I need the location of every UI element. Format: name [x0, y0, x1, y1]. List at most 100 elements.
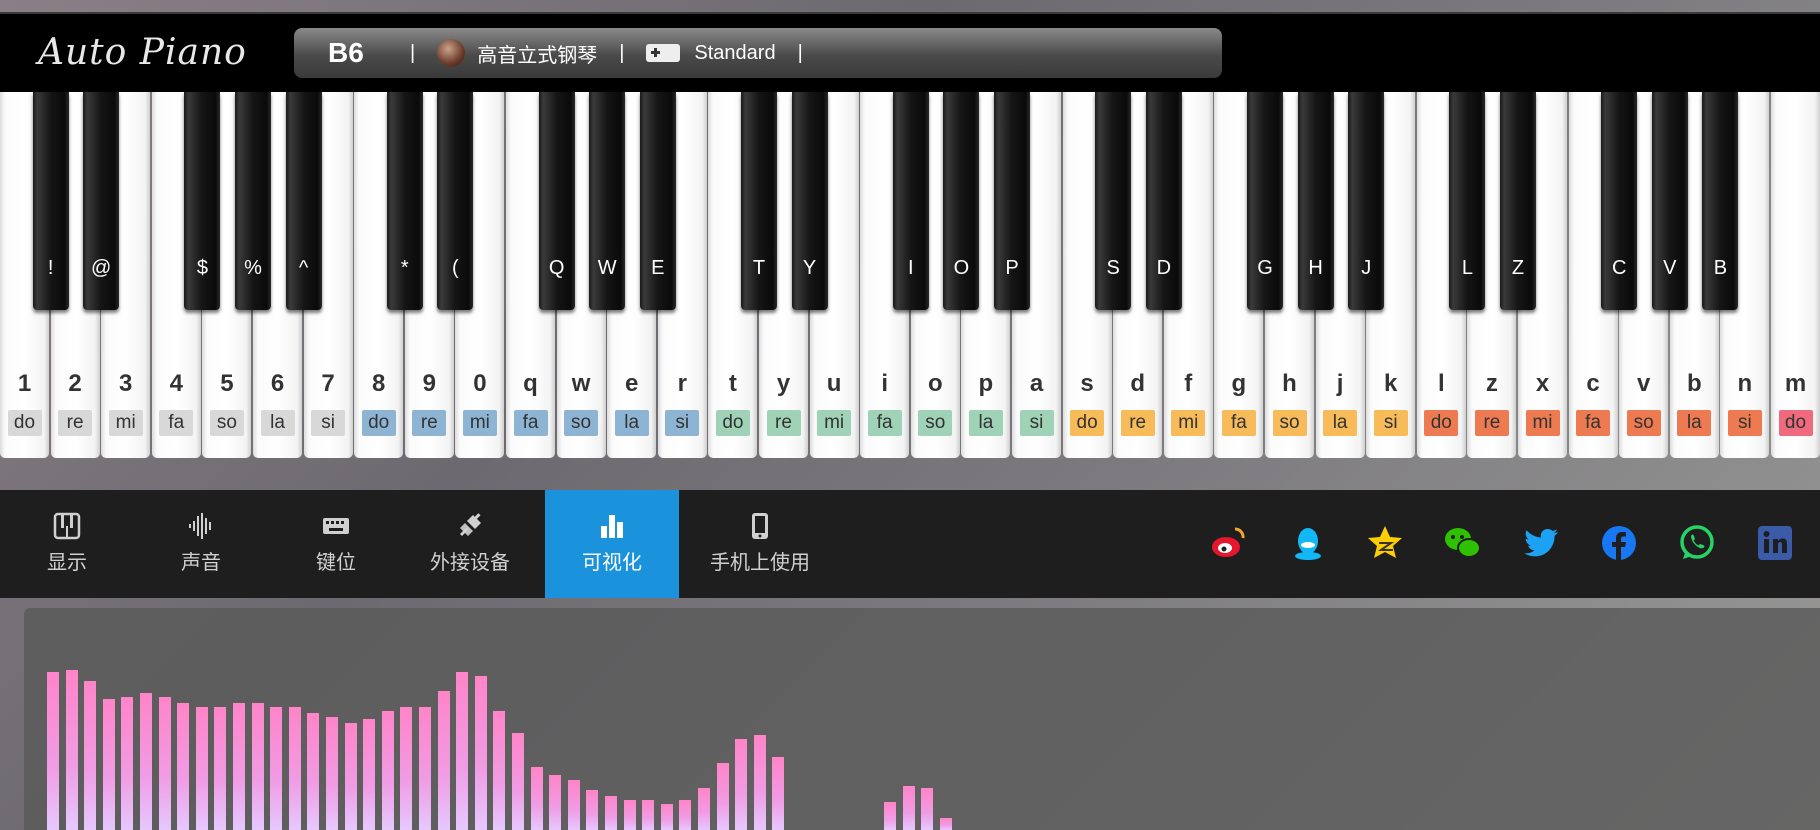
black-key[interactable]: C — [1601, 92, 1638, 310]
key-label: p — [978, 370, 994, 397]
wechat-icon[interactable] — [1443, 523, 1483, 563]
black-key[interactable]: L — [1449, 92, 1486, 310]
whatsapp-icon[interactable] — [1677, 523, 1717, 563]
tab-5[interactable]: 手机上使用 — [679, 490, 841, 598]
key-label: ^ — [298, 257, 309, 279]
key-label: ! — [47, 257, 54, 279]
linkedin-icon[interactable] — [1755, 523, 1795, 563]
spectrum-bar — [270, 706, 283, 830]
tab-3[interactable]: 外接设备 — [403, 490, 537, 598]
black-key[interactable]: T — [741, 92, 777, 310]
black-key[interactable]: B — [1702, 92, 1739, 310]
solfege-label: la — [1677, 410, 1712, 436]
key-label: C — [1611, 257, 1627, 279]
key-label: 5 — [220, 370, 234, 397]
black-key[interactable]: H — [1297, 92, 1334, 310]
key-label: v — [1637, 370, 1651, 397]
black-key[interactable]: % — [235, 92, 271, 310]
key-label: ( — [452, 257, 459, 279]
key-label: k — [1384, 370, 1398, 397]
spectrum-bar — [939, 817, 952, 830]
solfege-label: si — [665, 410, 700, 436]
black-key[interactable]: Y — [791, 92, 828, 310]
tab-label: 可视化 — [582, 552, 642, 574]
qq-icon[interactable] — [1288, 523, 1328, 563]
spectrum-bar — [84, 680, 97, 830]
bar-chart-icon — [598, 512, 626, 540]
key-label: I — [908, 257, 914, 279]
spectrum-bar — [307, 712, 320, 830]
black-key[interactable]: G — [1247, 92, 1283, 310]
key-label: L — [1461, 257, 1473, 279]
phone-icon — [746, 512, 774, 540]
key-label: a — [1029, 370, 1044, 397]
black-key[interactable]: V — [1651, 92, 1688, 310]
spectrum-bar — [363, 718, 376, 830]
solfege-label: si — [1373, 410, 1408, 436]
spectrum-bar — [214, 706, 227, 830]
black-key[interactable]: Z — [1500, 92, 1536, 310]
spectrum-bar — [549, 775, 562, 830]
twitter-icon[interactable] — [1521, 523, 1561, 563]
spectrum-bar — [642, 799, 655, 830]
qzone-icon[interactable] — [1365, 523, 1405, 563]
white-key[interactable]: m do — [1771, 92, 1820, 458]
separator: | — [619, 41, 625, 64]
spectrum-bar — [456, 672, 469, 830]
key-label: x — [1535, 370, 1550, 397]
black-key[interactable]: I — [892, 92, 929, 310]
spectrum-bar — [493, 710, 506, 830]
key-label: B — [1713, 257, 1728, 279]
black-key[interactable]: @ — [83, 92, 120, 310]
black-key[interactable]: * — [386, 92, 423, 310]
key-label: u — [826, 370, 842, 397]
key-label: 3 — [119, 370, 133, 397]
black-key[interactable]: Q — [538, 92, 575, 310]
gamepad-icon[interactable] — [646, 44, 681, 62]
facebook-icon[interactable] — [1599, 523, 1639, 563]
key-label: c — [1586, 370, 1600, 397]
solfege-label: so — [1626, 410, 1661, 436]
tab-4[interactable]: 可视化 — [545, 490, 679, 598]
black-key[interactable]: P — [994, 92, 1030, 310]
solfege-label: fa — [867, 410, 902, 436]
instrument-name[interactable]: 高音立式钢琴 — [477, 39, 597, 68]
separator: | — [410, 41, 416, 64]
black-key[interactable]: J — [1348, 92, 1385, 310]
black-key[interactable]: ! — [32, 92, 69, 310]
key-label: m — [1784, 370, 1807, 397]
key-label: T — [752, 257, 766, 279]
key-label: r — [677, 370, 687, 397]
solfege-label: mi — [1171, 410, 1206, 436]
key-label: O — [953, 257, 970, 279]
tab-1[interactable]: 声音 — [134, 490, 268, 598]
app-logo[interactable]: Auto Piano — [38, 32, 247, 73]
black-key[interactable]: ( — [437, 92, 474, 310]
spectrum-bar — [586, 789, 599, 830]
solfege-label: fa — [159, 410, 194, 436]
tab-0[interactable]: 显示 — [0, 490, 134, 598]
key-label: f — [1184, 370, 1193, 397]
black-key[interactable]: S — [1095, 92, 1132, 310]
info-bar: B6 | 高音立式钢琴 | Standard | — [294, 28, 1222, 78]
weibo-icon[interactable] — [1208, 523, 1248, 563]
black-key[interactable]: D — [1145, 92, 1182, 310]
spectrum-bar — [679, 799, 692, 830]
spectrum-bar — [158, 696, 171, 830]
black-key[interactable]: $ — [184, 92, 221, 310]
keymap-name[interactable]: Standard — [694, 42, 775, 65]
black-key[interactable]: ^ — [285, 92, 322, 310]
key-label: P — [1005, 257, 1019, 279]
spectrum-bar — [921, 787, 934, 830]
key-label: 9 — [422, 370, 436, 397]
current-note: B6 — [328, 37, 364, 68]
instrument-icon[interactable] — [437, 39, 466, 67]
solfege-label: re — [412, 410, 447, 436]
solfege-label: si — [311, 410, 346, 436]
solfege-label: re — [1474, 410, 1509, 436]
solfege-label: si — [1019, 410, 1054, 436]
black-key[interactable]: W — [589, 92, 626, 310]
black-key[interactable]: E — [639, 92, 676, 310]
tab-2[interactable]: 键位 — [269, 490, 403, 598]
black-key[interactable]: O — [943, 92, 980, 310]
